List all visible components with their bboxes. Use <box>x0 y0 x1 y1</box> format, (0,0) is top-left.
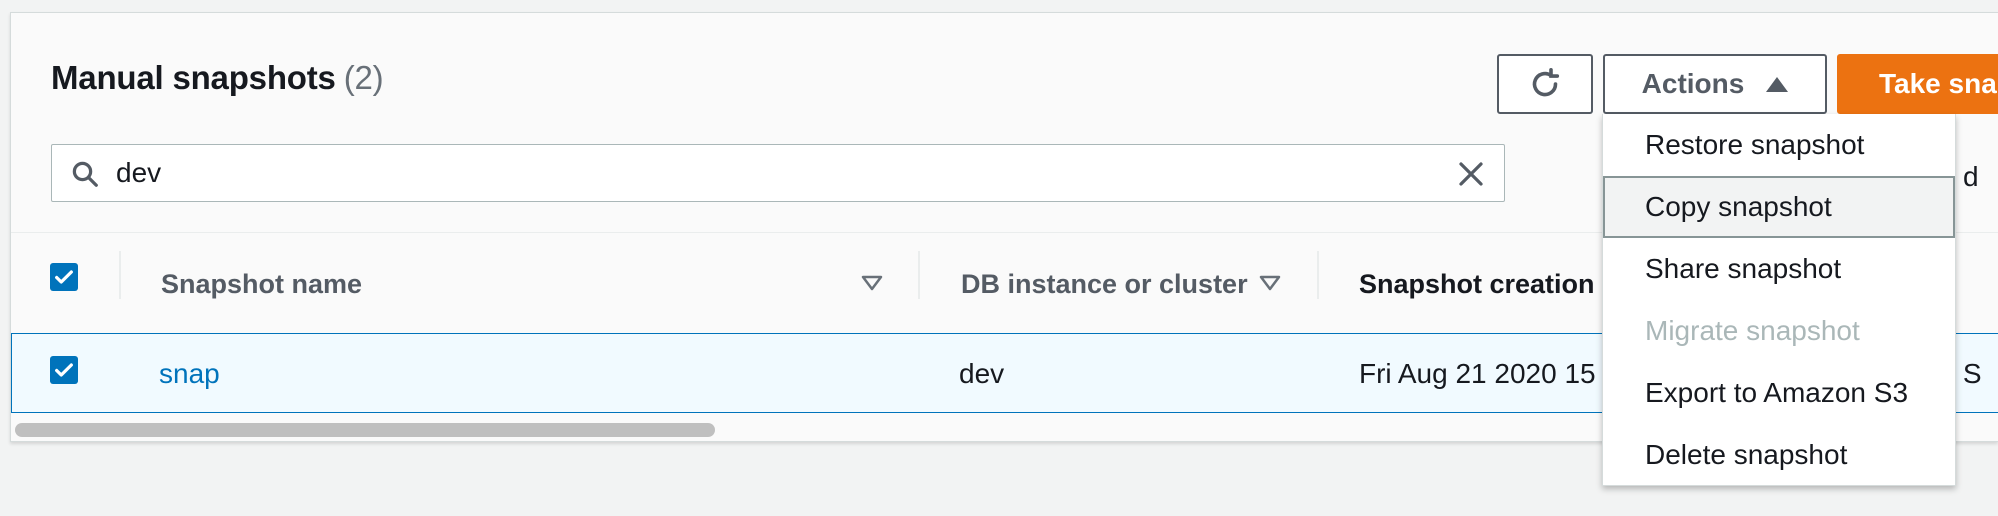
take-snapshot-label: Take snapshot <box>1879 68 1998 99</box>
column-header-snapshot-name[interactable]: Snapshot name <box>161 269 362 300</box>
snapshot-count: (2) <box>343 59 384 96</box>
refresh-icon <box>1532 67 1560 97</box>
scrollbar-thumb[interactable] <box>15 423 715 437</box>
menu-item-export-to-s3[interactable]: Export to Amazon S3 <box>1603 362 1955 424</box>
db-instance-cell: dev <box>959 358 1005 389</box>
snapshot-name-link[interactable]: snap <box>159 358 220 390</box>
select-all-checkbox[interactable] <box>50 263 78 291</box>
trailing-text: d <box>1963 161 1979 192</box>
refresh-button[interactable] <box>1497 54 1593 114</box>
menu-item-restore-snapshot[interactable]: Restore snapshot <box>1603 114 1955 176</box>
menu-item-migrate-snapshot: Migrate snapshot <box>1645 315 1860 346</box>
search-icon <box>72 161 98 187</box>
menu-item-copy-snapshot[interactable]: Copy snapshot <box>1603 176 1955 238</box>
column-separator <box>1317 251 1319 299</box>
close-icon[interactable] <box>1456 159 1486 189</box>
row-checkbox[interactable] <box>50 356 78 384</box>
search-input[interactable] <box>116 153 1416 193</box>
column-separator <box>119 251 121 299</box>
creation-time-cell: Fri Aug 21 2020 15 <box>1359 358 1596 389</box>
take-snapshot-button[interactable]: Take snapshot <box>1837 54 1998 114</box>
actions-button[interactable]: Actions <box>1603 54 1827 114</box>
search-field[interactable] <box>51 144 1505 202</box>
title-text: Manual snapshots <box>51 59 336 96</box>
actions-dropdown-menu: Restore snapshot Copy snapshot Share sna… <box>1602 114 1956 486</box>
actions-button-label: Actions <box>1641 68 1745 99</box>
menu-item-delete-snapshot[interactable]: Delete snapshot <box>1603 424 1955 486</box>
menu-item-share-snapshot[interactable]: Share snapshot <box>1603 238 1955 300</box>
page-title: Manual snapshots (2) <box>51 59 384 97</box>
column-header-db-instance[interactable]: DB instance or cluster <box>961 269 1248 300</box>
caret-up-icon <box>1766 76 1789 92</box>
column-separator <box>918 251 920 299</box>
